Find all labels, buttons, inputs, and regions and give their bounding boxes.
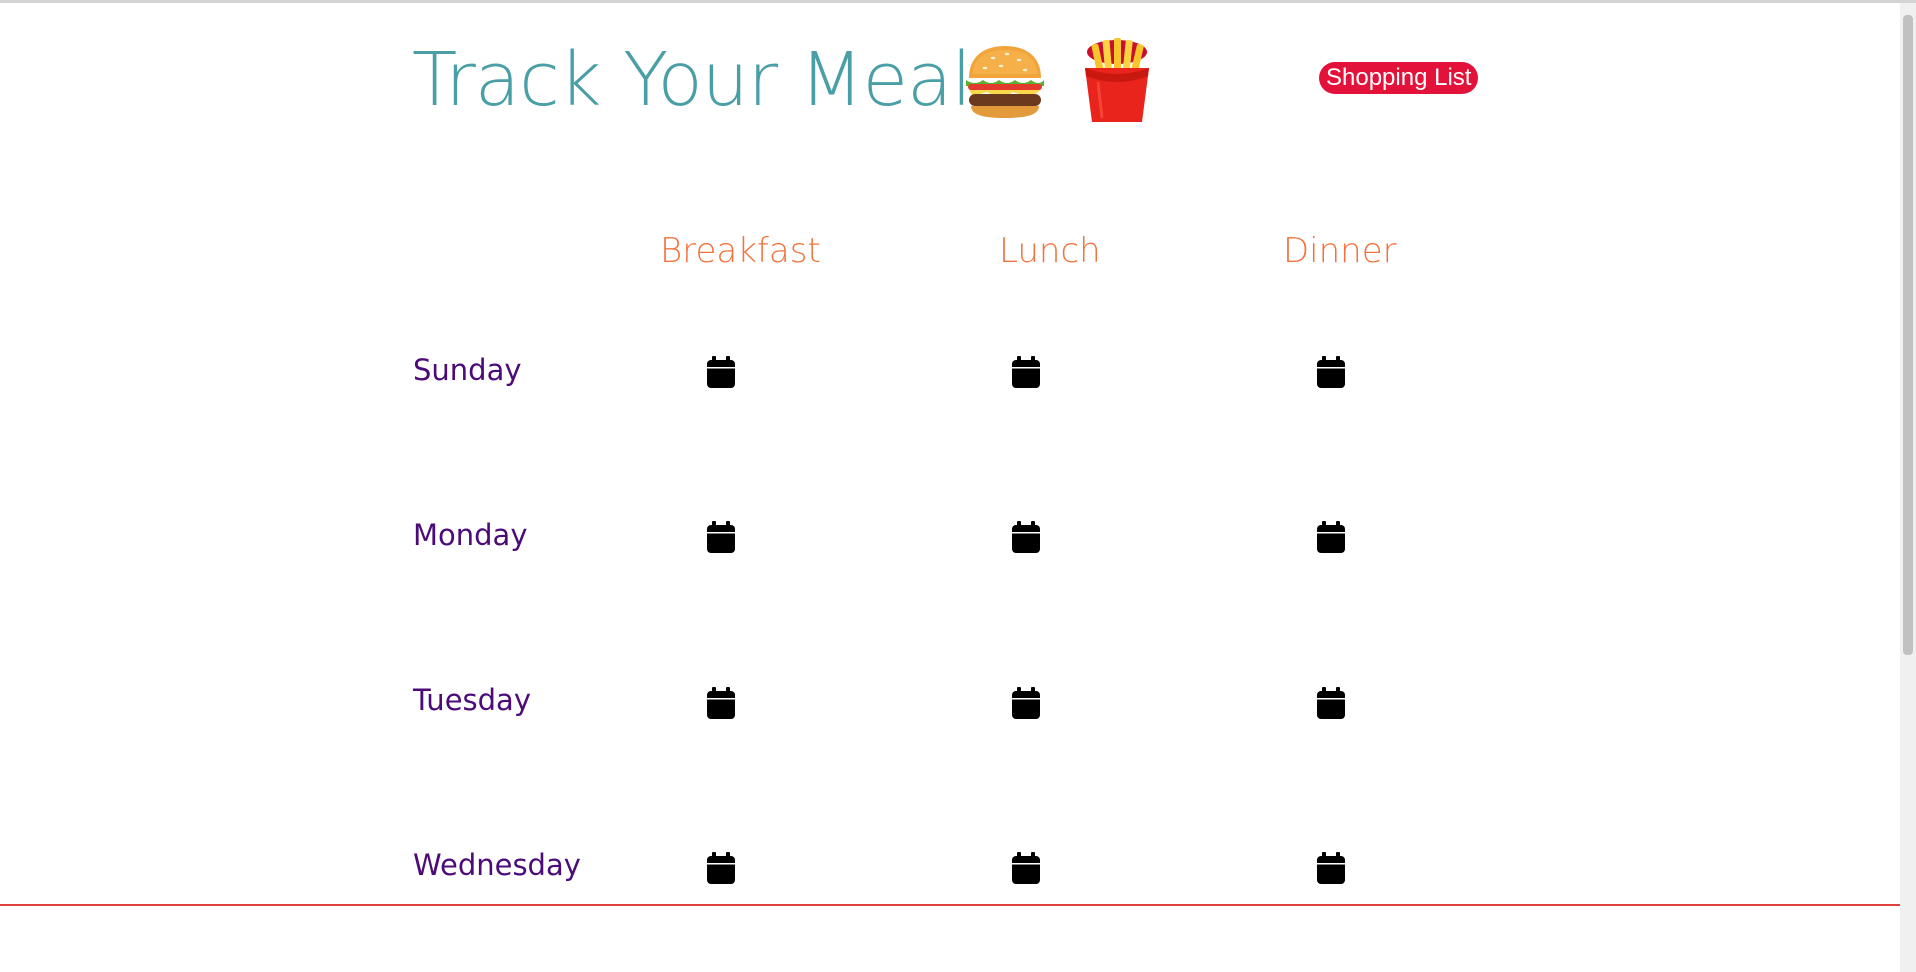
day-label-wednesday: Wednesday xyxy=(413,848,581,882)
calendar-icon xyxy=(1012,521,1040,553)
calendar-button-monday-breakfast[interactable] xyxy=(707,521,735,553)
calendar-icon xyxy=(1317,852,1345,884)
calendar-button-wednesday-breakfast[interactable] xyxy=(707,852,735,884)
bottom-divider xyxy=(0,904,1900,906)
fries-emoji-icon xyxy=(1085,38,1149,122)
calendar-icon xyxy=(1317,521,1345,553)
scrollbar-thumb[interactable] xyxy=(1903,15,1913,655)
calendar-button-tuesday-breakfast[interactable] xyxy=(707,687,735,719)
calendar-icon xyxy=(1012,356,1040,388)
calendar-button-sunday-breakfast[interactable] xyxy=(707,356,735,388)
calendar-button-sunday-dinner[interactable] xyxy=(1317,356,1345,388)
calendar-button-sunday-lunch[interactable] xyxy=(1012,356,1040,388)
calendar-icon xyxy=(1012,687,1040,719)
meal-header-dinner: Dinner xyxy=(1283,231,1397,271)
vertical-scrollbar[interactable] xyxy=(1900,3,1916,972)
calendar-button-tuesday-dinner[interactable] xyxy=(1317,687,1345,719)
page-title: Track Your Meal xyxy=(412,37,972,123)
calendar-icon xyxy=(707,852,735,884)
day-label-monday: Monday xyxy=(413,518,528,552)
calendar-icon xyxy=(707,687,735,719)
calendar-button-wednesday-dinner[interactable] xyxy=(1317,852,1345,884)
meal-header-breakfast: Breakfast xyxy=(660,231,821,271)
calendar-button-monday-dinner[interactable] xyxy=(1317,521,1345,553)
day-label-tuesday: Tuesday xyxy=(413,683,531,717)
calendar-icon xyxy=(707,521,735,553)
calendar-icon xyxy=(1317,687,1345,719)
calendar-icon xyxy=(1012,852,1040,884)
calendar-button-monday-lunch[interactable] xyxy=(1012,521,1040,553)
burger-emoji-icon xyxy=(966,46,1044,118)
meal-header-lunch: Lunch xyxy=(999,231,1101,271)
calendar-button-wednesday-lunch[interactable] xyxy=(1012,852,1040,884)
shopping-list-button[interactable]: Shopping List xyxy=(1319,62,1479,94)
calendar-button-tuesday-lunch[interactable] xyxy=(1012,687,1040,719)
window-top-border xyxy=(0,0,1916,3)
calendar-icon xyxy=(707,356,735,388)
day-label-sunday: Sunday xyxy=(413,353,522,387)
calendar-icon xyxy=(1317,356,1345,388)
